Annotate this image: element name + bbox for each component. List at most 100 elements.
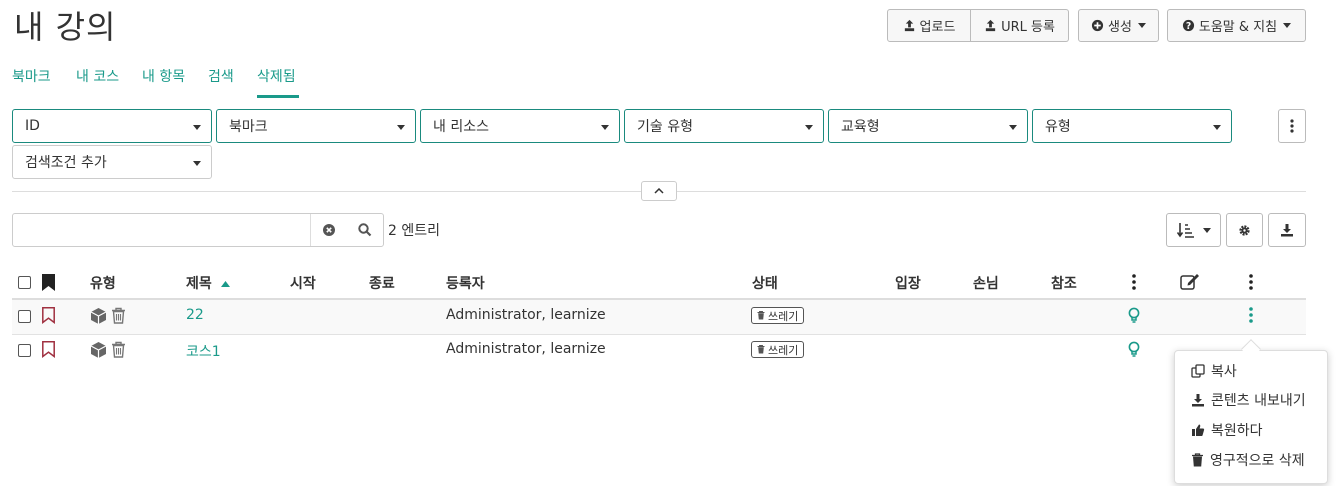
row-registrant: Administrator, learnize: [446, 307, 606, 323]
trash-icon: [112, 307, 125, 324]
kebab-icon: [1290, 119, 1294, 133]
lightbulb-icon[interactable]: [1128, 307, 1140, 324]
row-separator: [12, 334, 1306, 335]
trash-icon: [757, 345, 765, 354]
filter-bookmark[interactable]: 북마크: [216, 109, 416, 143]
help-button[interactable]: ? 도움말 & 지침: [1167, 9, 1306, 42]
col-entry[interactable]: 입장: [895, 273, 921, 293]
page-title: 내 강의: [14, 8, 117, 46]
filter-label: 교육형: [841, 119, 880, 135]
status-label: 쓰레기: [768, 343, 799, 357]
tab-search[interactable]: 검색: [208, 66, 234, 86]
col-registrant[interactable]: 등록자: [446, 273, 485, 293]
chevron-down-icon: [193, 125, 201, 130]
question-circle-icon: ?: [1182, 19, 1194, 32]
filter-options-button[interactable]: [1278, 109, 1306, 143]
copy-icon: [1191, 364, 1205, 378]
filter-type[interactable]: 유형: [1032, 109, 1232, 143]
upload-button[interactable]: 업로드: [887, 9, 971, 42]
menu-item-delete-forever[interactable]: 영구적으로 삭제: [1191, 450, 1305, 470]
add-filter-select[interactable]: 검색조건 추가: [12, 145, 212, 179]
kebab-icon[interactable]: [1249, 274, 1253, 290]
row-title-link[interactable]: 코스1: [186, 341, 221, 361]
menu-item-label: 콘텐츠 내보내기: [1211, 393, 1306, 409]
col-reference[interactable]: 참조: [1051, 273, 1077, 293]
search-icon[interactable]: [358, 223, 372, 237]
thumbs-up-icon: [1192, 424, 1205, 436]
select-all-checkbox[interactable]: [18, 276, 31, 289]
tab-my-courses[interactable]: 내 코스: [76, 66, 119, 86]
filter-label: 유형: [1045, 119, 1071, 135]
sort-button[interactable]: [1166, 213, 1221, 247]
upload-label: 업로드: [919, 20, 956, 35]
status-badge: 쓰레기: [751, 341, 805, 358]
filter-label: ID: [25, 118, 40, 134]
menu-item-export[interactable]: 콘텐츠 내보내기: [1191, 390, 1306, 410]
upload-icon: [904, 19, 914, 32]
chevron-down-icon: [601, 125, 609, 130]
create-button[interactable]: 생성: [1078, 9, 1159, 42]
row-actions-kebab-icon[interactable]: [1249, 307, 1253, 323]
col-title-label: 제목: [186, 276, 212, 292]
active-tab-indicator: [257, 95, 299, 98]
download-icon: [1192, 394, 1204, 407]
chevron-down-icon: [1137, 23, 1146, 28]
chevron-down-icon: [397, 125, 405, 130]
search-divider: [310, 214, 311, 246]
tab-deleted[interactable]: 삭제됨: [257, 66, 296, 86]
filter-my-resources[interactable]: 내 리소스: [420, 109, 620, 143]
svg-text:?: ?: [1186, 21, 1191, 32]
tab-bookmarks[interactable]: 북마크: [12, 66, 51, 86]
upload-icon: [985, 19, 996, 32]
filter-label: 북마크: [229, 119, 268, 135]
download-button[interactable]: [1268, 213, 1306, 247]
row-checkbox[interactable]: [18, 344, 31, 357]
chevron-up-icon: [654, 188, 664, 194]
filter-label: 내 리소스: [433, 119, 489, 135]
bookmark-outline-icon[interactable]: [42, 341, 55, 358]
col-title[interactable]: 제목: [186, 273, 230, 293]
sort-amount-icon: [1176, 223, 1194, 238]
filter-id[interactable]: ID: [12, 109, 212, 143]
chevron-down-icon: [805, 125, 813, 130]
col-start[interactable]: 시작: [290, 273, 316, 293]
menu-item-label: 복사: [1211, 364, 1237, 380]
trash-icon: [757, 311, 765, 320]
filter-tech-type[interactable]: 기술 유형: [624, 109, 824, 143]
col-guest[interactable]: 손님: [973, 273, 999, 293]
col-type[interactable]: 유형: [90, 273, 116, 293]
tab-my-items[interactable]: 내 항목: [142, 66, 185, 86]
bookmark-outline-icon[interactable]: [42, 307, 55, 324]
table-row: [12, 300, 1306, 334]
trash-icon: [112, 341, 125, 358]
plus-circle-icon: [1091, 19, 1104, 32]
trash-icon: [1192, 453, 1203, 467]
filter-education-type[interactable]: 교육형: [828, 109, 1028, 143]
download-icon: [1281, 224, 1293, 237]
chevron-down-icon: [1283, 23, 1292, 28]
col-status[interactable]: 상태: [752, 273, 778, 293]
menu-item-restore[interactable]: 복원하다: [1191, 420, 1263, 440]
kebab-icon[interactable]: [1132, 274, 1136, 290]
course-cube-icon: [90, 342, 107, 358]
chevron-down-icon: [1009, 125, 1017, 130]
clear-search-icon[interactable]: [323, 224, 335, 236]
row-registrant: Administrator, learnize: [446, 341, 606, 357]
row-actions-menu: 복사 콘텐츠 내보내기 복원하다 영구적으로 삭제: [1174, 350, 1328, 484]
lightbulb-icon[interactable]: [1128, 341, 1140, 358]
row-title-link[interactable]: 22: [186, 307, 204, 323]
col-end[interactable]: 종료: [369, 273, 395, 293]
table-settings-button[interactable]: [1226, 213, 1263, 247]
url-register-button[interactable]: URL 등록: [971, 9, 1069, 42]
edit-icon[interactable]: [1180, 273, 1200, 290]
row-checkbox[interactable]: [18, 310, 31, 323]
menu-item-copy[interactable]: 복사: [1191, 361, 1237, 381]
collapse-filters-button[interactable]: [641, 181, 677, 201]
search-input[interactable]: [12, 213, 384, 247]
gear-icon: [1239, 224, 1250, 236]
bookmark-icon: [42, 274, 55, 291]
entry-count: 2 엔트리: [388, 223, 440, 239]
url-register-label: URL 등록: [1001, 20, 1055, 35]
filter-label: 기술 유형: [637, 119, 693, 135]
status-badge: 쓰레기: [751, 307, 805, 324]
